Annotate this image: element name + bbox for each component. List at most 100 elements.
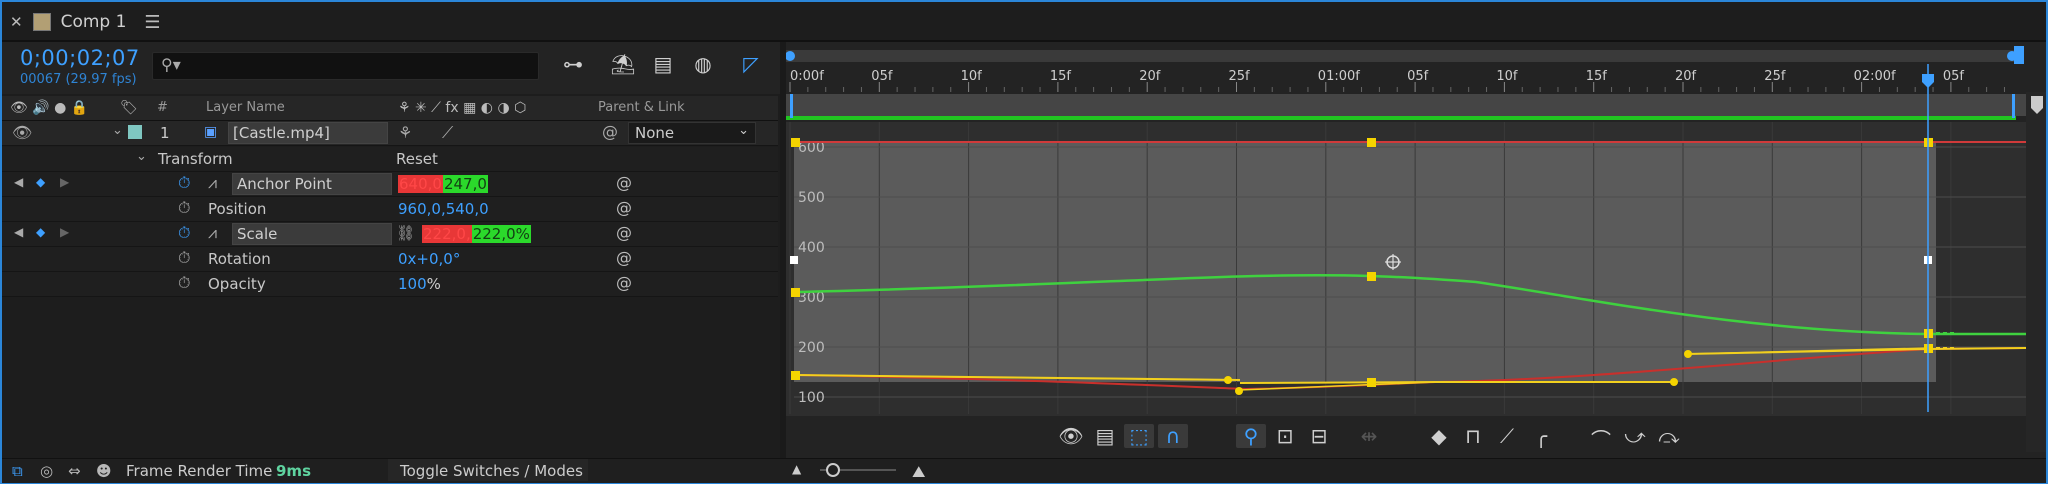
property-row-opacity[interactable]: ⏱ Opacity 100% @ — [2, 272, 778, 297]
close-tab-icon[interactable]: ✕ — [10, 13, 23, 31]
bezier-handle[interactable] — [1670, 378, 1678, 386]
parent-dropdown[interactable]: None ⌄ — [628, 122, 756, 144]
scale-y[interactable]: 222,0% — [471, 225, 531, 243]
layer-switches-toggle-icon[interactable]: ⧉ — [12, 462, 23, 480]
panel-menu-icon[interactable]: ☰ — [144, 12, 160, 33]
keyframe[interactable] — [1367, 138, 1376, 147]
prev-keyframe-icon[interactable]: ◀ — [14, 175, 23, 189]
frame-blending-icon[interactable]: ▤ — [648, 52, 678, 76]
comp-tab[interactable]: ✕ Comp 1 ☰ — [10, 8, 161, 36]
stopwatch-icon[interactable]: ⏱ — [178, 248, 190, 268]
composition-mini-flowchart-icon[interactable]: ⊶ — [558, 52, 588, 76]
stopwatch-icon[interactable]: ⏱ — [178, 173, 190, 193]
anchor-point-y[interactable]: 247,0 — [442, 175, 488, 193]
auto-bezier-keyframe-icon[interactable]: ╭ — [1526, 424, 1556, 448]
graph-editor-icon[interactable]: ◸ — [736, 52, 766, 76]
easy-ease-icon[interactable]: ⌒ — [1586, 424, 1616, 453]
easy-ease-in-icon[interactable]: ⤻ — [1620, 424, 1650, 448]
fit-selection-icon[interactable]: ⊡ — [1270, 424, 1300, 448]
quality-switch-icon[interactable]: ⟋ — [442, 123, 453, 143]
choose-properties-eye-icon[interactable]: 👁 — [1056, 424, 1086, 448]
in-out-toggle-icon[interactable]: ⇔ — [68, 462, 81, 480]
work-area-begin-marker[interactable] — [790, 94, 793, 118]
prev-keyframe-icon[interactable]: ◀ — [14, 225, 23, 239]
layer-label-color[interactable] — [128, 125, 142, 139]
bezier-handle[interactable] — [1684, 350, 1692, 358]
layer-row[interactable]: 👁 ⌄ 1 ▣ [Castle.mp4] ⚘ ⟋ @ None ⌄ — [2, 121, 778, 146]
scale-value[interactable]: 222,0, 222,0% — [422, 224, 531, 244]
number-column-header[interactable]: # — [157, 100, 168, 115]
graph-editor-svg[interactable]: 0:00f 05f 10f 15f 20f 25f 01:00f 05f 10f 15f 20f 25… — [786, 42, 2046, 460]
snap-magnet-icon[interactable]: ∩ — [1158, 424, 1188, 448]
toggle-switches-modes-button[interactable]: Toggle Switches / Modes — [400, 462, 583, 480]
expression-pickwhip-icon[interactable]: @ — [616, 198, 632, 217]
keyframe[interactable] — [1367, 272, 1376, 281]
transfer-controls-toggle-icon[interactable]: ◎ — [40, 462, 53, 480]
zoom-slider-end[interactable] — [2014, 46, 2024, 66]
fit-all-graphs-icon[interactable]: ⊟ — [1304, 424, 1334, 448]
render-time-toggle-icon[interactable]: ☻ — [96, 462, 112, 480]
position-value[interactable]: 960,0,540,0 — [398, 199, 489, 219]
layer-search-input[interactable]: ⚲▾ — [152, 52, 539, 80]
opacity-number[interactable]: 100 — [398, 275, 427, 293]
visibility-eye-icon[interactable]: 👁 — [12, 123, 32, 142]
hold-keyframe-icon[interactable]: ⊓ — [1458, 424, 1488, 448]
next-keyframe-icon[interactable]: ▶ — [60, 175, 69, 189]
constrain-proportions-link-icon[interactable]: ⛓ — [396, 224, 415, 242]
linear-keyframe-icon[interactable]: ⟋ — [1492, 424, 1522, 448]
graph-vertical-scrollbar[interactable] — [2026, 92, 2046, 452]
stopwatch-icon[interactable]: ⏱ — [178, 273, 190, 293]
graph-toggle-icon[interactable]: ⩘ — [208, 223, 217, 243]
transform-reset-link[interactable]: Reset — [396, 150, 438, 168]
transform-chevron-icon[interactable]: ⌄ — [136, 149, 147, 164]
property-row-anchor-point[interactable]: ◀ ◆ ▶ ⏱ ⩘ Anchor Point 640,0 247,0 @ — [2, 172, 778, 197]
property-row-position[interactable]: ⏱ Position 960,0,540,0 @ — [2, 197, 778, 222]
keyframe-diamond-icon[interactable]: ◆ — [36, 175, 45, 189]
keyframe[interactable] — [791, 288, 800, 297]
work-area-bar[interactable] — [786, 50, 2016, 62]
keyframe-diamond-icon[interactable]: ◆ — [36, 225, 45, 239]
scale-x[interactable]: 222,0, — [422, 225, 472, 243]
graph-editor-area[interactable]: 0:00f 05f 10f 15f 20f 25f 01:00f 05f 10f 15f 20f 25… — [786, 42, 2046, 460]
keyframe[interactable] — [791, 371, 800, 380]
show-transform-box-icon[interactable]: ⬚ — [1124, 424, 1154, 448]
transform-group-row[interactable]: ⌄ Transform Reset — [2, 147, 778, 172]
next-keyframe-icon[interactable]: ▶ — [60, 225, 69, 239]
stopwatch-icon[interactable]: ⏱ — [178, 223, 190, 243]
expression-pickwhip-icon[interactable]: @ — [616, 173, 632, 192]
graph-type-options-icon[interactable]: ▤ — [1090, 424, 1120, 448]
zoom-in-icon[interactable]: ⛰ — [912, 462, 925, 482]
shy-switch-icon[interactable]: ⚘ — [398, 123, 412, 142]
layer-name-column-header[interactable]: Layer Name — [206, 100, 285, 115]
auto-zoom-graph-height-icon[interactable]: ⚲ — [1236, 424, 1266, 448]
anchor-point-x[interactable]: 640,0 — [398, 175, 443, 193]
parent-link-column-header[interactable]: Parent & Link — [598, 100, 685, 115]
graph-toggle-icon[interactable]: ⩘ — [208, 173, 217, 193]
label-tag-icon[interactable]: 🏷 — [120, 100, 138, 116]
property-row-scale[interactable]: ◀ ◆ ▶ ⏱ ⩘ Scale ⛓ 222,0, 222,0% @ — [2, 222, 778, 247]
bezier-handle[interactable] — [1235, 387, 1243, 395]
zoom-slider-handle[interactable] — [826, 463, 840, 477]
stopwatch-icon[interactable]: ⏱ — [178, 198, 190, 218]
anchor-point-value[interactable]: 640,0 247,0 — [398, 174, 488, 194]
layer-name[interactable]: [Castle.mp4] — [228, 122, 388, 144]
expression-pickwhip-icon[interactable]: @ — [616, 248, 632, 267]
draft-3d-icon[interactable]: ⛱ — [608, 52, 638, 76]
keyframe[interactable] — [1367, 378, 1376, 387]
motion-blur-icon[interactable]: ◍ — [688, 52, 718, 76]
rotation-value[interactable]: 0x+0,0° — [398, 249, 460, 269]
expand-layer-chevron-icon[interactable]: ⌄ — [112, 123, 123, 138]
keyframe[interactable] — [791, 138, 800, 147]
property-row-rotation[interactable]: ⏱ Rotation 0x+0,0° @ — [2, 247, 778, 272]
easy-ease-out-icon[interactable]: ⤼ — [1654, 424, 1684, 448]
expression-pickwhip-icon[interactable]: @ — [616, 223, 632, 242]
transform-box-handle[interactable] — [790, 256, 798, 264]
pickwhip-icon[interactable]: @ — [602, 122, 618, 141]
edit-keyframe-icon[interactable]: ◆ — [1424, 424, 1454, 448]
bezier-handle[interactable] — [1224, 376, 1232, 384]
opacity-value[interactable]: 100% — [398, 274, 441, 294]
expression-pickwhip-icon[interactable]: @ — [616, 273, 632, 292]
zoom-out-icon[interactable]: ▲ — [792, 462, 801, 476]
work-area-end-marker[interactable] — [2012, 94, 2015, 118]
current-timecode[interactable]: 0;00;02;07 — [20, 46, 140, 70]
